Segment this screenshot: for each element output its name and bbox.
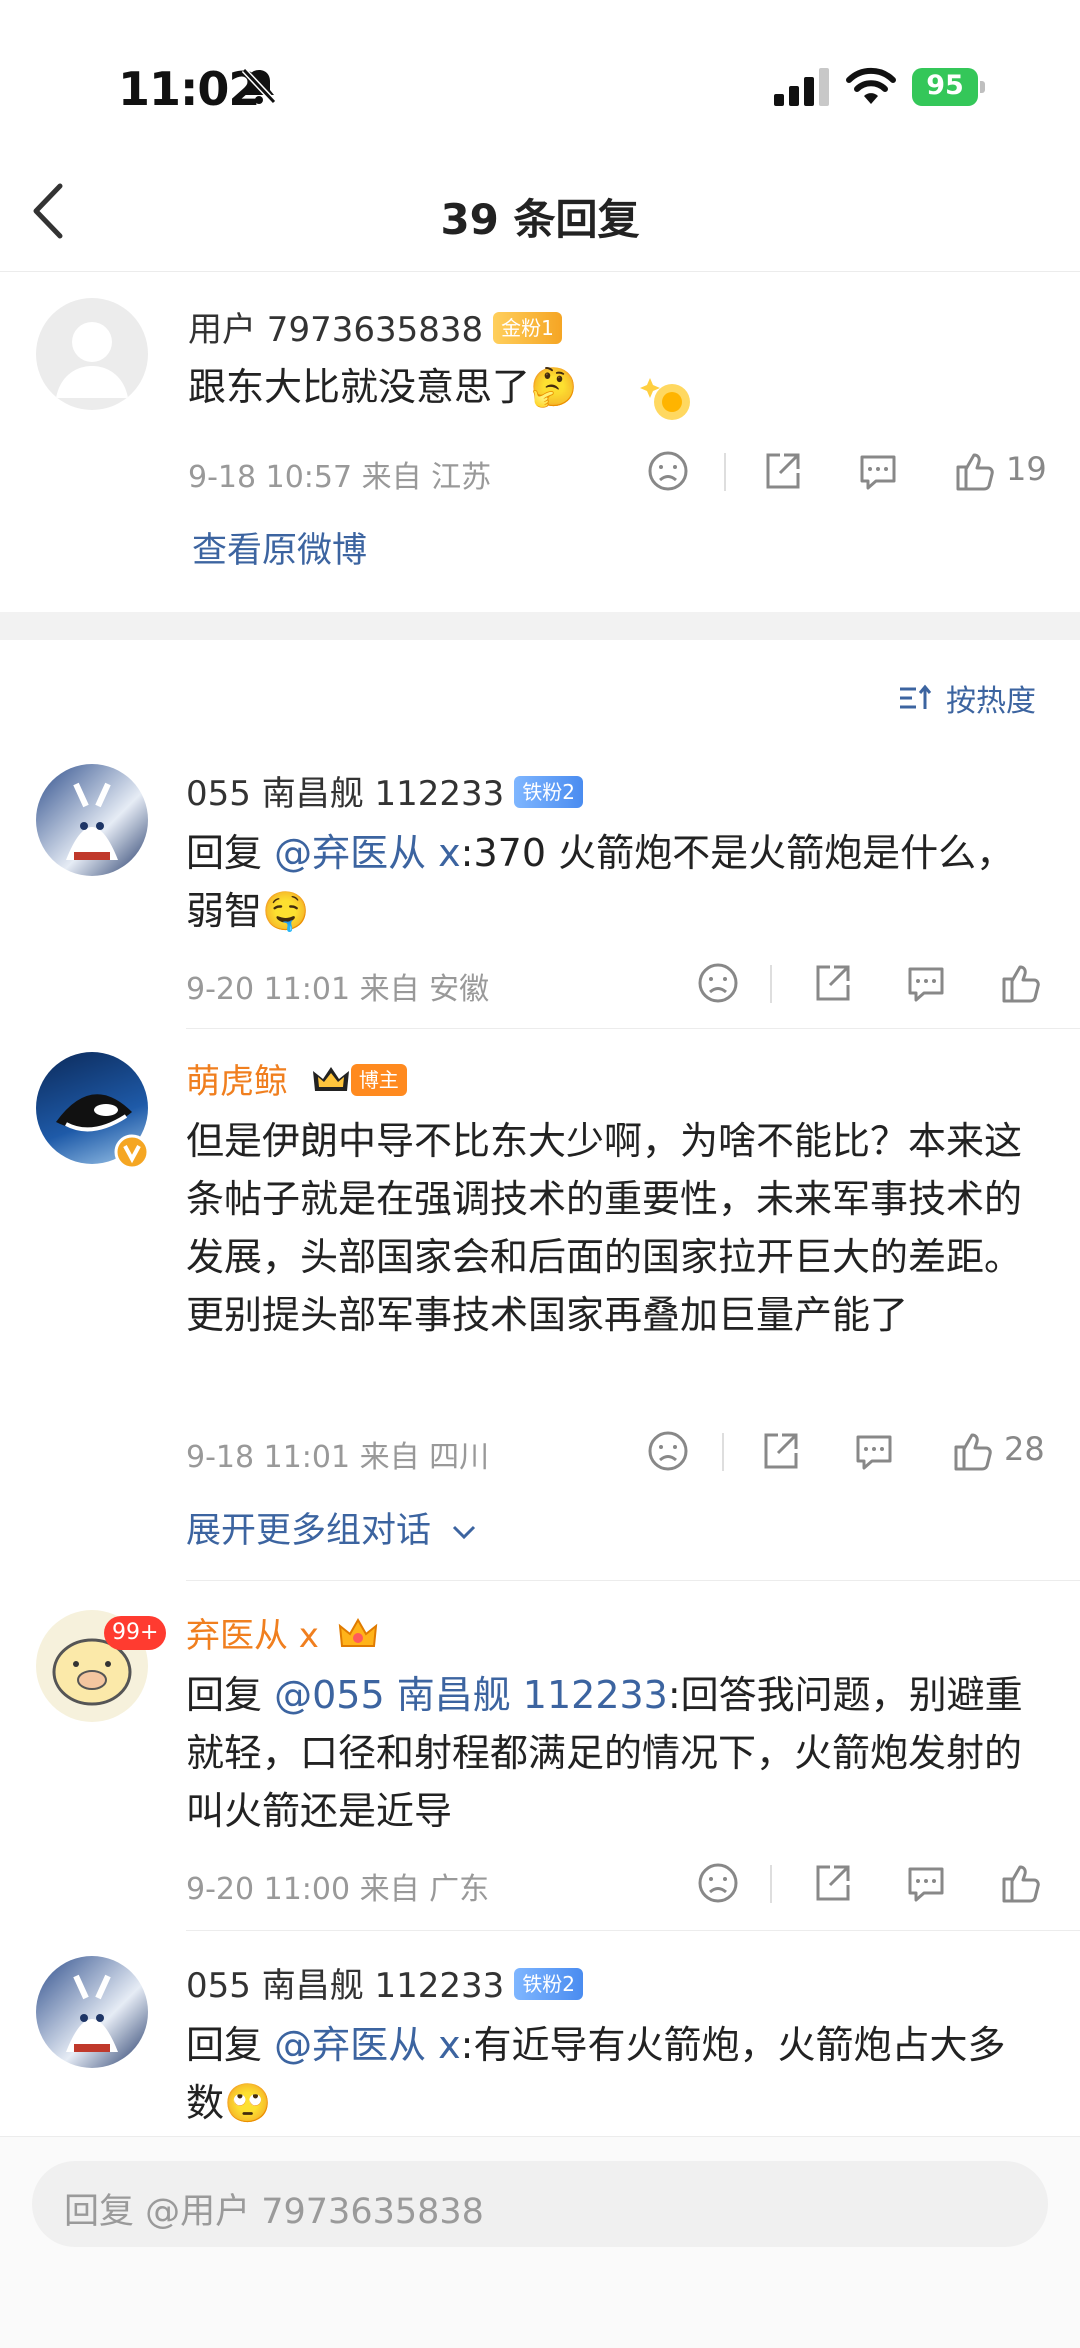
status-time: 11:02: [118, 62, 260, 116]
username[interactable]: 055 南昌舰 112233 铁粉2: [186, 1958, 584, 2007]
share-icon[interactable]: [760, 449, 804, 493]
like-icon[interactable]: [952, 449, 996, 493]
reply-input[interactable]: 回复 @用户 7973635838: [32, 2161, 1048, 2247]
row-divider: [186, 1930, 1080, 1931]
row-divider: [186, 1580, 1080, 1581]
like-icon[interactable]: [998, 1861, 1042, 1905]
username-text[interactable]: 055 南昌舰 112233: [186, 1966, 504, 2006]
reply-bar: 回复 @用户 7973635838: [0, 2136, 1080, 2348]
comment-icon[interactable]: [904, 1861, 948, 1905]
dislike-icon[interactable]: [696, 961, 740, 1005]
reply-meta: 9-18 11:01 来自 四川: [186, 1440, 490, 1475]
fan-badge[interactable]: 金粉1: [493, 311, 562, 344]
expand-conversation-link[interactable]: 展开更多组对话: [186, 1502, 478, 1553]
avatar[interactable]: [36, 1956, 148, 2068]
comment-actions: 19: [640, 446, 1060, 496]
reply-text: 回复 @弃医从 x:有近导有火箭炮，火箭炮占大多数🙄: [186, 2023, 1006, 2125]
like-count: 19: [1006, 450, 1047, 488]
row-divider: [186, 1028, 1080, 1029]
username-text[interactable]: 055 南昌舰 112233: [186, 774, 504, 814]
wifi-icon: [846, 67, 896, 104]
dislike-icon[interactable]: [646, 1429, 690, 1473]
sort-icon[interactable]: [898, 681, 932, 715]
comment-icon[interactable]: [904, 961, 948, 1005]
dislike-icon[interactable]: [696, 1861, 740, 1905]
page-title: 39 条回复: [440, 195, 640, 244]
like-count: 28: [1004, 1430, 1045, 1468]
blogger-badge: 博主: [350, 1063, 407, 1096]
like-icon[interactable]: [950, 1429, 994, 1473]
share-icon[interactable]: [810, 961, 854, 1005]
username[interactable]: 用户 7973635838 金粉1: [188, 302, 562, 351]
bell-slash-icon: [241, 67, 277, 105]
fan-badge[interactable]: 铁粉2: [514, 775, 584, 808]
sparkle-decoration-icon: [640, 378, 690, 420]
mention-link[interactable]: @055 南昌舰 112233: [274, 1673, 668, 1717]
comment-text: 跟东大比就没意思了🤔: [188, 365, 578, 409]
reply-placeholder: 回复 @用户 7973635838: [64, 2192, 484, 2232]
reply-text: 但是伊朗中导不比东大少啊，为啥不能比？本来这条帖子就是在强调技术的重要性，未来军…: [186, 1119, 1023, 1337]
username-text[interactable]: 萌虎鲸: [186, 1062, 288, 1102]
username[interactable]: 萌虎鲸 博主: [186, 1054, 407, 1103]
mention-link[interactable]: @弃医从 x: [274, 831, 461, 875]
reply-actions: 28: [640, 1426, 1060, 1476]
default-avatar-icon: [56, 322, 128, 398]
avatar-badge: 99+: [104, 1616, 167, 1650]
comment-meta: 9-18 10:57 来自 江苏: [188, 460, 492, 495]
crown-icon: [338, 1617, 377, 1647]
username-text[interactable]: 弃医从 x: [186, 1616, 319, 1656]
crown-icon: [312, 1066, 349, 1091]
comment-icon[interactable]: [852, 1429, 896, 1473]
reply-item: 萌虎鲸 博主 但是伊朗中导不比东大少啊，为啥不能比？本来这条帖子就是在强调技术的…: [0, 1030, 1080, 1580]
avatar[interactable]: [36, 298, 148, 410]
username-text[interactable]: 用户 7973635838: [188, 310, 483, 350]
username[interactable]: 055 南昌舰 112233 铁粉2: [186, 766, 584, 815]
dislike-icon[interactable]: [646, 449, 690, 493]
share-icon[interactable]: [810, 1861, 854, 1905]
reply-item: 055 南昌舰 112233 铁粉2 回复 @弃医从 x:370 火箭炮不是火箭炮…: [0, 740, 1080, 1030]
status-bar: 11:02 95: [0, 0, 1080, 150]
reply-item: 055 南昌舰 112233 铁粉2 回复 @弃医从 x:有近导有火箭炮，火箭炮占…: [0, 1932, 1080, 2136]
reply-text: 回复 @055 南昌舰 112233:回答我问题，别避重就轻，口径和射程都满足的…: [186, 1673, 1023, 1833]
main-comment: 用户 7973635838 金粉1 跟东大比就没意思了🤔 9-18 10:57 来…: [0, 272, 1080, 612]
reply-meta: 9-20 11:00 来自 广东: [186, 1872, 490, 1907]
reply-meta: 9-20 11:01 来自 安徽: [186, 972, 490, 1007]
battery-icon: 95: [912, 68, 985, 106]
reply-item: 99+ 弃医从 x 回复 @055 南昌舰 112233:回答我问题，别避重就轻…: [0, 1582, 1080, 1930]
avatar[interactable]: [36, 764, 148, 876]
mention-link[interactable]: @弃医从 x: [274, 2023, 461, 2067]
username[interactable]: 弃医从 x: [186, 1608, 378, 1657]
like-icon[interactable]: [998, 961, 1042, 1005]
nav-bar: 39 条回复: [0, 150, 1080, 272]
comment-icon[interactable]: [856, 449, 900, 493]
view-original-link[interactable]: 查看原微博: [192, 522, 367, 573]
battery-level: 95: [926, 70, 964, 101]
share-icon[interactable]: [758, 1429, 802, 1473]
section-divider: [0, 612, 1080, 640]
sort-button[interactable]: 按热度: [946, 676, 1036, 720]
verified-icon: [114, 1134, 150, 1170]
reply-actions: [690, 958, 1060, 1008]
reply-text: 回复 @弃医从 x:370 火箭炮不是火箭炮是什么，弱智🤤: [186, 831, 1015, 933]
chevron-down-icon: [453, 1525, 476, 1540]
signal-icon: [774, 68, 829, 106]
fan-badge[interactable]: 铁粉2: [514, 1967, 584, 2000]
reply-actions: [690, 1858, 1060, 1908]
